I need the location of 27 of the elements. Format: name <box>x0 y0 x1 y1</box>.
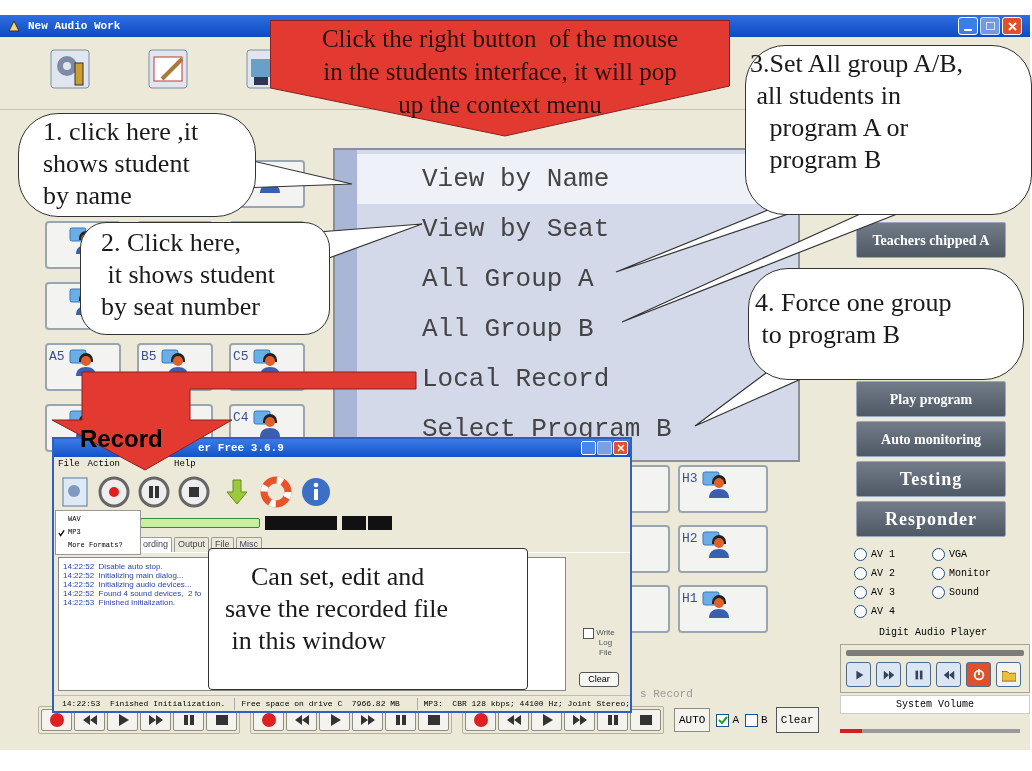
radio-label: VGA <box>949 548 967 562</box>
window-title: New Audio Work <box>28 18 121 34</box>
callout-tooltip: 1. click here ,it shows student by name <box>18 113 256 217</box>
log-line: 14:22:52 Found 4 sound devices, 2 fo <box>63 589 202 598</box>
radio-label: AV 1 <box>871 548 895 562</box>
log-line: 14:22:52 Initializing main dialog... <box>63 571 184 580</box>
callout-tooltip: 2. Click here, it shows student by seat number <box>80 222 330 335</box>
log-line: 14:22:52 Initializing audio devices... <box>63 580 192 589</box>
callout-tooltip: Can set, edit and save the recorded file in this window <box>208 548 528 690</box>
status-text: 14:22:53 Finished Initialization. <box>61 697 227 710</box>
radio-label: Monitor <box>949 567 991 581</box>
group-caption: s Record <box>640 687 693 702</box>
checkbox-label: Write Log File <box>596 628 615 658</box>
radio-label: AV 3 <box>871 586 895 600</box>
banner-tooltip: Click the right button of the mouse in the students interface, it will pop up the context menu <box>270 20 730 137</box>
arrow-label: Record <box>80 424 163 454</box>
log-line: 14:22:53 Finished Initialization. <box>63 598 176 607</box>
checkbox-label: A <box>732 712 739 728</box>
status-text: Free space on drive C 7966.82 MB <box>234 697 417 710</box>
log-line: 14:22:52 Disable auto stop. <box>63 562 163 571</box>
checkbox-label: B <box>761 712 768 728</box>
status-text: MP3: CBR 128 kbps; 44100 Hz; Joint Stereo; <box>416 697 630 710</box>
radio-label: AV 2 <box>871 567 895 581</box>
radio-label: AV 4 <box>871 605 895 619</box>
radio-label: Sound <box>949 586 979 600</box>
callout-tooltip: 3.Set All group A/B, all students in program A or program B <box>745 45 1032 215</box>
player-title: Digit Audio Player <box>878 626 988 640</box>
